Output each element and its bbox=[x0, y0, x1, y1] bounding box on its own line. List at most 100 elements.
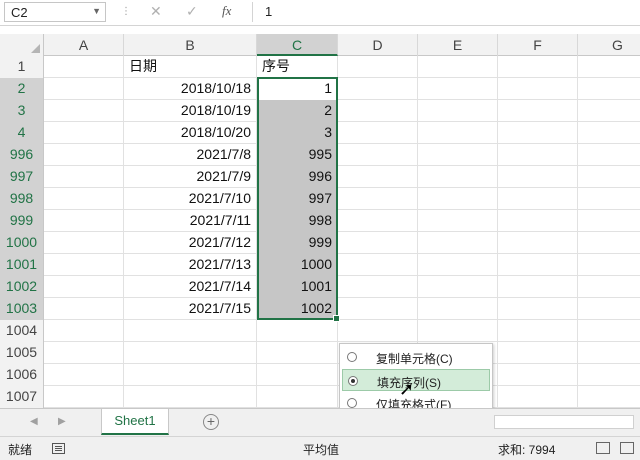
cell-d[interactable] bbox=[338, 210, 418, 232]
column-header-g[interactable]: G bbox=[578, 34, 640, 56]
cell-f[interactable] bbox=[498, 320, 578, 342]
cell-d[interactable] bbox=[338, 298, 418, 320]
cell-e[interactable] bbox=[418, 210, 498, 232]
cell-f[interactable] bbox=[498, 56, 578, 78]
cell-b[interactable]: 日期 bbox=[124, 56, 257, 78]
name-box[interactable]: C2 ▼ bbox=[4, 2, 106, 22]
cell-b[interactable]: 2018/10/19 bbox=[124, 100, 257, 122]
cell-d[interactable] bbox=[338, 320, 418, 342]
row-header[interactable]: 1002 bbox=[0, 276, 44, 298]
cell-g[interactable] bbox=[578, 298, 640, 320]
cell-e[interactable] bbox=[418, 254, 498, 276]
cell-d[interactable] bbox=[338, 78, 418, 100]
cell-e[interactable] bbox=[418, 188, 498, 210]
row-header[interactable]: 997 bbox=[0, 166, 44, 188]
menu-item-option-2[interactable]: 填充序列(S) bbox=[342, 369, 490, 391]
cell-e[interactable] bbox=[418, 100, 498, 122]
column-header-c[interactable]: C bbox=[257, 34, 338, 56]
cell-g[interactable] bbox=[578, 188, 640, 210]
cell-f[interactable] bbox=[498, 144, 578, 166]
cell-g[interactable] bbox=[578, 56, 640, 78]
formula-input[interactable]: 1 bbox=[252, 2, 636, 22]
cell-g[interactable] bbox=[578, 122, 640, 144]
fill-handle[interactable] bbox=[333, 315, 340, 322]
cell-c[interactable]: 1001 bbox=[257, 276, 338, 298]
row-header[interactable]: 996 bbox=[0, 144, 44, 166]
cell-g[interactable] bbox=[578, 342, 640, 364]
cell-e[interactable] bbox=[418, 122, 498, 144]
cell-d[interactable] bbox=[338, 144, 418, 166]
cell-c[interactable] bbox=[257, 320, 338, 342]
cell-a[interactable] bbox=[44, 78, 124, 100]
row-header[interactable]: 1005 bbox=[0, 342, 44, 364]
cell-b[interactable]: 2021/7/15 bbox=[124, 298, 257, 320]
cell-a[interactable] bbox=[44, 276, 124, 298]
cell-d[interactable] bbox=[338, 276, 418, 298]
cell-c[interactable] bbox=[257, 342, 338, 364]
cell-e[interactable] bbox=[418, 298, 498, 320]
cell-b[interactable]: 2021/7/8 bbox=[124, 144, 257, 166]
cell-f[interactable] bbox=[498, 364, 578, 386]
cell-d[interactable] bbox=[338, 254, 418, 276]
cell-a[interactable] bbox=[44, 320, 124, 342]
cell-f[interactable] bbox=[498, 100, 578, 122]
cell-b[interactable]: 2021/7/14 bbox=[124, 276, 257, 298]
cell-f[interactable] bbox=[498, 386, 578, 408]
row-header[interactable]: 3 bbox=[0, 100, 44, 122]
cell-a[interactable] bbox=[44, 386, 124, 408]
cell-b[interactable] bbox=[124, 364, 257, 386]
tab-scroll-right-icon[interactable]: ▶ bbox=[58, 416, 66, 427]
cell-g[interactable] bbox=[578, 144, 640, 166]
chevron-down-icon[interactable]: ▼ bbox=[92, 6, 101, 16]
cell-b[interactable] bbox=[124, 386, 257, 408]
cell-b[interactable] bbox=[124, 320, 257, 342]
cell-c[interactable] bbox=[257, 364, 338, 386]
cell-d[interactable] bbox=[338, 122, 418, 144]
cell-f[interactable] bbox=[498, 276, 578, 298]
row-header[interactable]: 1006 bbox=[0, 364, 44, 386]
cell-c[interactable]: 3 bbox=[257, 122, 338, 144]
cell-b[interactable]: 2021/7/11 bbox=[124, 210, 257, 232]
cancel-icon[interactable]: ✕ bbox=[150, 3, 162, 20]
cell-d[interactable] bbox=[338, 100, 418, 122]
column-header-e[interactable]: E bbox=[418, 34, 498, 56]
cell-a[interactable] bbox=[44, 342, 124, 364]
insert-function-button[interactable]: fx bbox=[222, 3, 231, 19]
cell-e[interactable] bbox=[418, 232, 498, 254]
cell-f[interactable] bbox=[498, 210, 578, 232]
cell-a[interactable] bbox=[44, 188, 124, 210]
row-header[interactable]: 1003 bbox=[0, 298, 44, 320]
cell-b[interactable]: 2021/7/12 bbox=[124, 232, 257, 254]
cell-g[interactable] bbox=[578, 166, 640, 188]
cell-g[interactable] bbox=[578, 232, 640, 254]
cell-e[interactable] bbox=[418, 276, 498, 298]
cell-a[interactable] bbox=[44, 122, 124, 144]
add-sheet-button[interactable]: + bbox=[203, 414, 219, 430]
cell-g[interactable] bbox=[578, 386, 640, 408]
worksheet-grid[interactable]: ABCDEFG 1 日期 序号 2 2018/10/18 1 3 2018/10/19 2 4 20… bbox=[0, 34, 640, 408]
normal-view-icon[interactable] bbox=[596, 442, 610, 454]
row-header[interactable]: 1007 bbox=[0, 386, 44, 408]
enter-icon[interactable]: ✓ bbox=[186, 3, 198, 20]
cell-g[interactable] bbox=[578, 254, 640, 276]
cell-c[interactable]: 1 bbox=[257, 78, 338, 100]
tab-scroll-left-icon[interactable]: ◀ bbox=[30, 416, 38, 427]
cell-c[interactable] bbox=[257, 386, 338, 408]
cell-b[interactable]: 2021/7/10 bbox=[124, 188, 257, 210]
column-header-f[interactable]: F bbox=[498, 34, 578, 56]
sheet-tab-sheet1[interactable]: Sheet1 bbox=[101, 409, 169, 435]
cell-a[interactable] bbox=[44, 232, 124, 254]
cell-f[interactable] bbox=[498, 298, 578, 320]
cell-d[interactable] bbox=[338, 56, 418, 78]
cell-e[interactable] bbox=[418, 56, 498, 78]
cell-g[interactable] bbox=[578, 320, 640, 342]
cell-a[interactable] bbox=[44, 298, 124, 320]
menu-item-option-1[interactable]: 复制单元格(C) bbox=[342, 346, 490, 368]
cell-b[interactable]: 2018/10/20 bbox=[124, 122, 257, 144]
cell-a[interactable] bbox=[44, 210, 124, 232]
cell-d[interactable] bbox=[338, 188, 418, 210]
cell-b[interactable]: 2021/7/9 bbox=[124, 166, 257, 188]
row-header[interactable]: 998 bbox=[0, 188, 44, 210]
cell-g[interactable] bbox=[578, 100, 640, 122]
cell-b[interactable] bbox=[124, 342, 257, 364]
